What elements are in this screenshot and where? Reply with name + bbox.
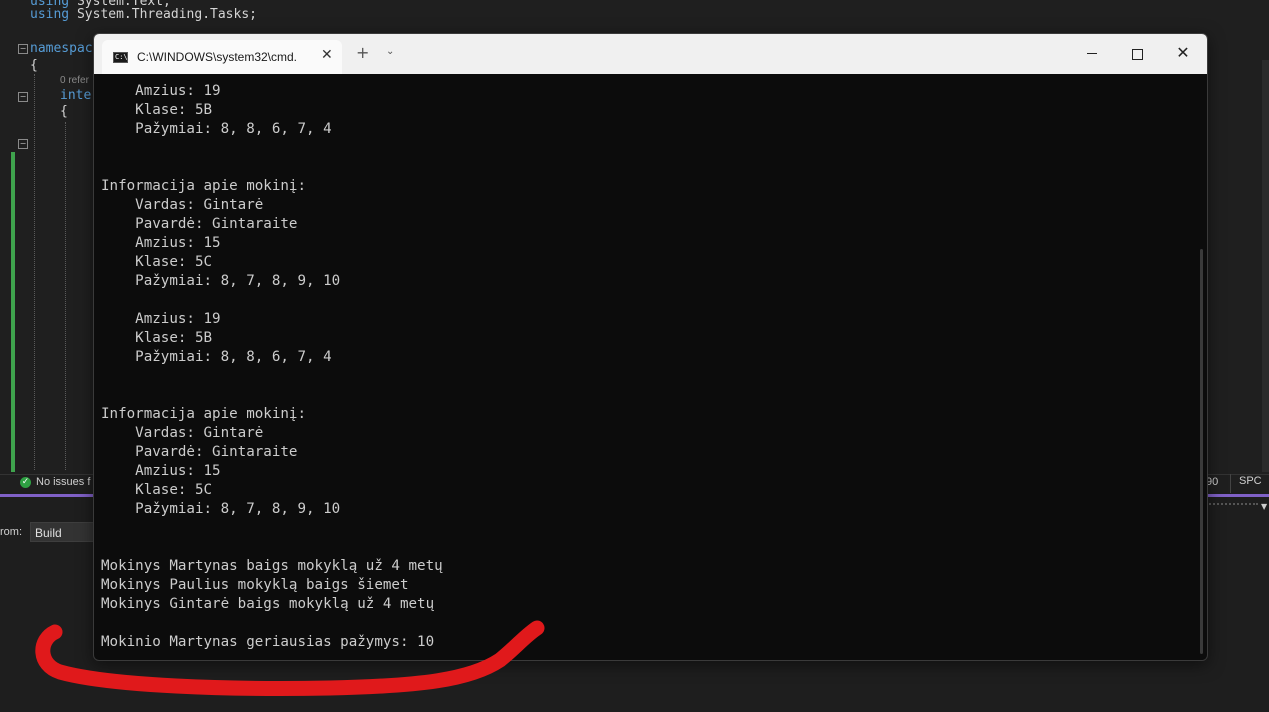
fold-toggle-icon[interactable]: − <box>18 44 28 54</box>
console-line: Klase: 5C <box>101 254 213 270</box>
console-line: Pažymiai: 8, 8, 6, 7, 4 <box>101 121 332 137</box>
console-line: Informacija apie mokinį: <box>101 178 306 194</box>
code-line-2: using System.Threading.Tasks; <box>30 7 257 22</box>
issues-status[interactable]: No issues f <box>36 476 90 488</box>
drag-handle[interactable] <box>1206 503 1258 511</box>
indent-guide <box>34 74 35 470</box>
check-circle-icon: ✓ <box>20 477 31 488</box>
console-line: Pažymiai: 8, 7, 8, 9, 10 <box>101 273 341 289</box>
minimize-button[interactable] <box>1080 42 1104 66</box>
code-text: { <box>60 104 68 119</box>
cmd-icon: C:\ <box>113 52 128 63</box>
console-line: Klase: 5C <box>101 482 213 498</box>
close-tab-icon[interactable]: ✕ <box>321 47 333 63</box>
chevron-down-icon[interactable]: ▼ <box>1261 502 1267 511</box>
code-text: { <box>30 58 38 73</box>
console-line: Amzius: 15 <box>101 235 221 251</box>
terminal-tab-bar: C:\ C:\WINDOWS\system32\cmd. ✕ + ⌄ ✕ <box>94 34 1207 74</box>
code-keyword: using <box>30 7 70 22</box>
tab-title: C:\WINDOWS\system32\cmd. <box>137 50 298 64</box>
editor-scrollbar[interactable] <box>1262 60 1269 472</box>
console-line: Klase: 5B <box>101 330 213 346</box>
terminal-tab[interactable]: C:\ C:\WINDOWS\system32\cmd. ✕ <box>102 40 342 74</box>
console-line: Vardas: Gintarė <box>101 197 264 213</box>
code-line-brace: { <box>30 58 38 73</box>
output-source-label: rom: <box>0 526 22 538</box>
codelens-references[interactable]: 0 refer <box>60 75 89 86</box>
console-line: Amzius: 15 <box>101 463 221 479</box>
console-line: Mokinio Martynas geriausias pažymys: 10 <box>101 634 435 650</box>
console-line: Klase: 5B <box>101 102 213 118</box>
terminal-window[interactable]: C:\ C:\WINDOWS\system32\cmd. ✕ + ⌄ ✕ Amz… <box>93 33 1208 661</box>
console-output: Amzius: 19 Klase: 5B Pažymiai: 8, 8, 6, … <box>101 82 443 652</box>
close-window-button[interactable]: ✕ <box>1171 42 1195 66</box>
fold-toggle-icon[interactable]: − <box>18 92 28 102</box>
code-keyword: namespace <box>30 41 101 56</box>
new-tab-icon[interactable]: + <box>356 45 369 61</box>
cmd-icon-text: C:\ <box>115 53 128 61</box>
console-line: Amzius: 19 <box>101 83 221 99</box>
console-line: Pavardė: Gintaraite <box>101 216 298 232</box>
terminal-scroll-thumb[interactable] <box>1200 249 1203 654</box>
console-line: Pažymiai: 8, 8, 6, 7, 4 <box>101 349 332 365</box>
console-line: Pavardė: Gintaraite <box>101 444 298 460</box>
change-indicator-bar <box>11 152 15 472</box>
indent-guide <box>65 122 66 470</box>
code-line-namespace: namespace <box>30 41 100 56</box>
console-line: Vardas: Gintarė <box>101 425 264 441</box>
maximize-icon <box>1132 49 1143 60</box>
console-line: Mokinys Gintarė baigs mokyklą už 4 metų <box>101 596 435 612</box>
whitespace-indicator[interactable]: SPC <box>1230 474 1269 493</box>
console-line: Amzius: 19 <box>101 311 221 327</box>
minimize-icon <box>1087 53 1097 54</box>
console-line: Mokinys Paulius mokyklą baigs šiemet <box>101 577 409 593</box>
code-text: System.Threading.Tasks; <box>69 7 257 22</box>
chevron-down-icon[interactable]: ⌄ <box>386 46 394 57</box>
maximize-button[interactable] <box>1125 42 1149 66</box>
fold-toggle-icon[interactable]: − <box>18 139 28 149</box>
code-line-brace-2: { <box>60 104 68 119</box>
console-line: Pažymiai: 8, 7, 8, 9, 10 <box>101 501 341 517</box>
console-line: Mokinys Martynas baigs mokyklą už 4 metų <box>101 558 443 574</box>
console-line: Informacija apie mokinį: <box>101 406 306 422</box>
